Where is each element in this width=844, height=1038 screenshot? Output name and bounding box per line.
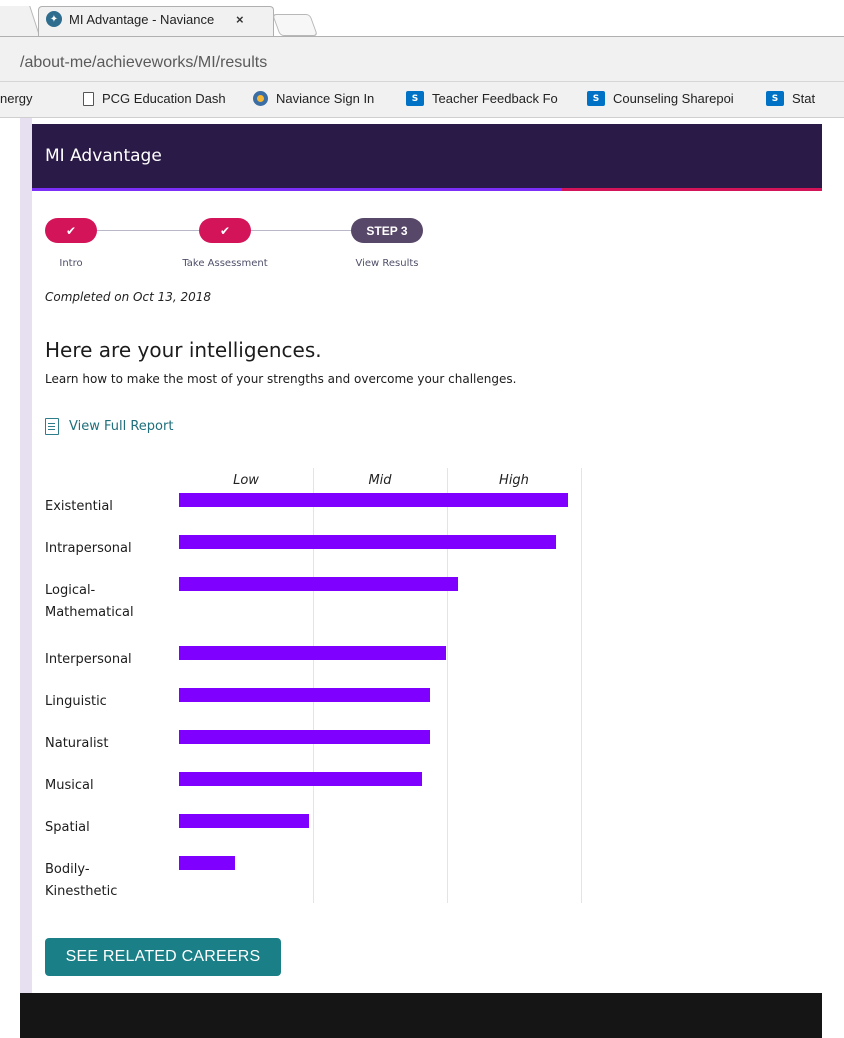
address-bar[interactable]: /about-me/achieveworks/MI/results	[0, 44, 844, 82]
bookmark-label: Naviance Sign In	[276, 91, 375, 106]
category-label-line: Kinesthetic	[45, 884, 118, 899]
bookmark-item[interactable]: S Stat	[766, 91, 815, 106]
bookmark-label: PCG Education Dash	[102, 91, 226, 106]
level-label: Mid	[368, 473, 392, 488]
progress-stepper: ✔ Intro ✔ Take Assessment STEP 3 View Re…	[32, 218, 632, 278]
intelligence-bar	[179, 646, 446, 660]
tab-title: MI Advantage - Naviance	[69, 11, 215, 27]
app-title: MI Advantage	[45, 146, 162, 166]
step-connector	[251, 230, 351, 231]
naviance-favicon-icon: ✦	[46, 11, 62, 27]
report-document-icon	[45, 418, 59, 435]
level-label: Low	[233, 473, 259, 488]
page-heading: Here are your intelligences.	[45, 338, 322, 362]
category-label-line: Bodily-	[45, 862, 90, 877]
naviance-icon	[253, 91, 268, 106]
taskbar	[20, 993, 822, 1038]
category-label: Naturalist	[45, 733, 175, 755]
step-2-check-icon[interactable]: ✔	[199, 218, 251, 243]
sharepoint-icon: S	[406, 91, 424, 106]
grid-line	[313, 468, 314, 903]
bookmark-item[interactable]: S Teacher Feedback Fo	[406, 91, 558, 106]
active-tab-content: ✦ MI Advantage - Naviance ×	[46, 11, 256, 27]
step-1-label: Intro	[59, 258, 83, 269]
mi-results-page: MI Advantage ✔ Intro ✔ Take Assessment S…	[32, 118, 822, 993]
level-label: High	[499, 473, 529, 488]
category-label: Existential	[45, 496, 175, 518]
intelligence-bar	[179, 814, 309, 828]
bookmark-item[interactable]: Naviance Sign In	[253, 91, 374, 106]
intelligence-bar	[179, 577, 458, 591]
bookmark-label: nergy	[0, 91, 33, 106]
browser-tab-strip: ✦ MI Advantage - Naviance ×	[0, 0, 844, 44]
category-label-line: Linguistic	[45, 694, 107, 709]
intelligence-bar	[179, 493, 568, 507]
step-2-label: Take Assessment	[182, 258, 268, 269]
category-label-line: Mathematical	[45, 605, 134, 620]
grid-line	[581, 468, 582, 903]
grid-line	[447, 468, 448, 903]
bookmark-item[interactable]: nergy	[0, 91, 33, 106]
bookmark-item[interactable]: S Counseling Sharepoi	[587, 91, 734, 106]
category-label: Interpersonal	[45, 649, 175, 671]
category-label-line: Musical	[45, 778, 94, 793]
category-label: Musical	[45, 775, 175, 797]
category-label-line: Interpersonal	[45, 652, 132, 667]
category-label: Spatial	[45, 817, 175, 839]
step-connector	[97, 230, 199, 231]
step-3-pill[interactable]: STEP 3	[351, 218, 423, 243]
bookmark-label: Counseling Sharepoi	[613, 91, 734, 106]
completed-date: Completed on Oct 13, 2018	[45, 290, 212, 304]
intelligence-bar	[179, 772, 422, 786]
bookmark-label: Stat	[792, 91, 816, 106]
previous-tab[interactable]	[0, 6, 40, 36]
page-subheading: Learn how to make the most of your stren…	[45, 372, 517, 386]
step-3-label: View Results	[355, 258, 419, 269]
intelligence-bar	[179, 730, 430, 744]
address-url[interactable]: /about-me/achieveworks/MI/results	[20, 54, 267, 72]
sharepoint-icon: S	[587, 91, 605, 106]
header-underline	[32, 188, 822, 191]
intelligence-bar	[179, 535, 556, 549]
category-label-line: Intrapersonal	[45, 541, 132, 556]
category-label-line: Logical-	[45, 583, 96, 598]
screen: ✦ MI Advantage - Naviance × /about-me/ac…	[0, 0, 844, 1038]
category-label: Logical- Mathematical	[45, 580, 175, 624]
page-left-strip	[20, 118, 32, 993]
new-tab-button[interactable]	[271, 14, 319, 36]
category-label-line: Naturalist	[45, 736, 109, 751]
category-label: Intrapersonal	[45, 538, 175, 560]
tab-divider	[0, 36, 844, 44]
tab-close-icon[interactable]: ×	[236, 12, 244, 27]
view-full-report-label: View Full Report	[69, 419, 174, 434]
intelligences-chart: Low Mid High Existential Intrapersonal Logica…	[32, 463, 632, 908]
view-full-report-link[interactable]: View Full Report	[45, 418, 173, 435]
bookmarks-bar: nergy PCG Education Dash Naviance Sign I…	[0, 82, 844, 118]
sharepoint-icon: S	[766, 91, 784, 106]
header-underline-accent	[562, 188, 822, 191]
category-label: Linguistic	[45, 691, 175, 713]
see-related-careers-button[interactable]: SEE RELATED CAREERS	[45, 938, 281, 976]
category-label: Bodily- Kinesthetic	[45, 859, 175, 903]
step-1-check-icon[interactable]: ✔	[45, 218, 97, 243]
bookmark-item[interactable]: PCG Education Dash	[83, 91, 226, 106]
category-label-line: Spatial	[45, 820, 90, 835]
intelligence-bar	[179, 856, 235, 870]
category-label-line: Existential	[45, 499, 113, 514]
document-icon	[83, 91, 94, 106]
bookmark-label: Teacher Feedback Fo	[432, 91, 558, 106]
app-header: MI Advantage	[32, 124, 822, 188]
intelligence-bar	[179, 688, 430, 702]
